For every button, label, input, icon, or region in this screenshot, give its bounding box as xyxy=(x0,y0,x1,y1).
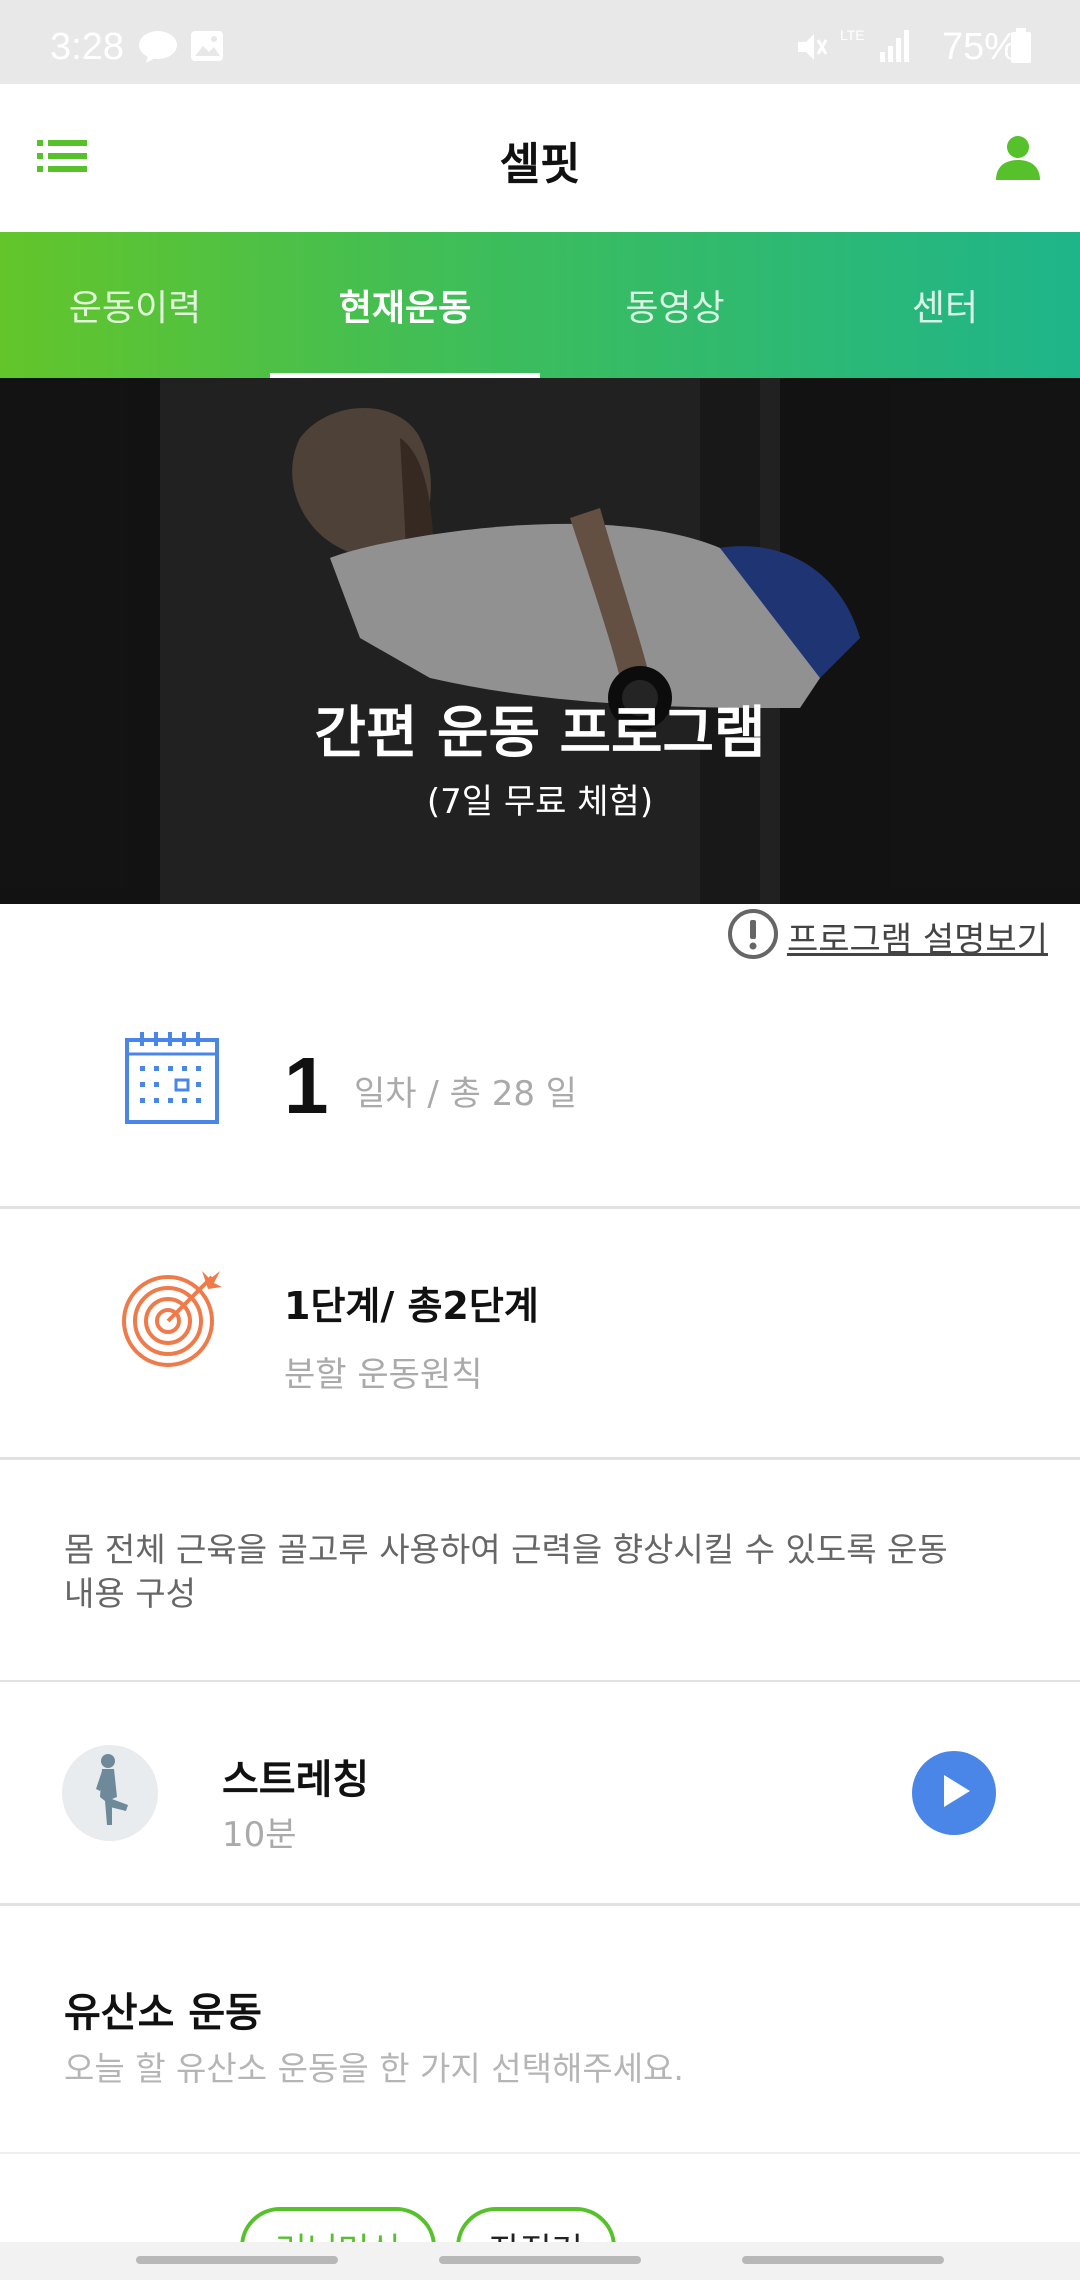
status-bar: 3:28 LTE 75% xyxy=(0,0,1080,84)
stage-title: 1단계/ 총2단계 xyxy=(284,1284,539,1328)
description-section: 몸 전체 근육을 골고루 사용하여 근력을 향상시킬 수 있도록 운동내용 구성 xyxy=(0,1460,1080,1680)
signal-icon: LTE xyxy=(840,26,910,75)
tab-videos[interactable]: 동영상 xyxy=(540,232,810,378)
tab-center[interactable]: 센터 xyxy=(810,232,1080,378)
exclamation-circle-icon xyxy=(727,908,779,964)
profile-button[interactable] xyxy=(986,128,1050,192)
cardio-subtitle: 오늘 할 유산소 운동을 한 가지 선택해주세요. xyxy=(64,2049,684,2088)
cardio-title: 유산소 운동 xyxy=(64,1990,262,2036)
stretching-avatar xyxy=(62,1745,158,1841)
cardio-options: 러닝머신 자전거 xyxy=(0,2155,1080,2243)
tab-history[interactable]: 운동이력 xyxy=(0,232,270,378)
stretching-row[interactable]: 스트레칭 10분 xyxy=(0,1683,1080,1903)
day-progress-row: 1 일차 / 총 28 일 xyxy=(0,990,1080,1206)
hero-title: 간편 운동 프로그램 xyxy=(314,701,766,766)
vibrate-off-icon xyxy=(794,30,828,73)
system-nav-bar xyxy=(0,2242,1080,2280)
app-title: 셀핏 xyxy=(499,139,581,190)
person-icon xyxy=(995,135,1041,185)
chat-bubble-icon xyxy=(138,30,178,73)
program-link-label: 프로그램 설명보기 xyxy=(786,919,1048,960)
cardio-option-bicycle[interactable]: 자전거 xyxy=(456,2207,616,2243)
hero-photo xyxy=(0,378,1080,904)
day-total-label: 일차 / 총 28 일 xyxy=(354,1074,578,1114)
nav-back-button[interactable] xyxy=(742,2256,944,2264)
cardio-section: 유산소 운동 오늘 할 유산소 운동을 한 가지 선택해주세요. xyxy=(0,1906,1080,2152)
stage-subtitle: 분할 운동원칙 xyxy=(284,1355,483,1395)
hero-banner: 간편 운동 프로그램 (7일 무료 체험) xyxy=(0,378,1080,904)
program-description-link[interactable]: 프로그램 설명보기 xyxy=(727,908,1048,964)
divider xyxy=(0,1680,1080,1682)
stage-row: 1단계/ 총2단계 분할 운동원칙 xyxy=(0,1209,1080,1457)
battery-percent: 75% xyxy=(941,26,1018,68)
gallery-icon xyxy=(190,30,224,71)
hero-subtitle: (7일 무료 체험) xyxy=(426,782,654,822)
current-day-number: 1 xyxy=(284,1041,329,1130)
battery-icon xyxy=(1010,28,1032,73)
calendar-icon xyxy=(124,1030,220,1130)
program-description: 몸 전체 근육을 골고루 사용하여 근력을 향상시킬 수 있도록 운동내용 구성 xyxy=(64,1530,948,1613)
nav-home-button[interactable] xyxy=(439,2256,641,2264)
play-icon xyxy=(934,1771,974,1815)
stretching-duration: 10분 xyxy=(222,1815,297,1855)
status-time: 3:28 xyxy=(50,26,124,68)
stretching-title: 스트레칭 xyxy=(222,1757,370,1803)
cardio-option-treadmill[interactable]: 러닝머신 xyxy=(240,2207,436,2243)
app-bar: 셀핏 xyxy=(0,84,1080,232)
tab-current-workout[interactable]: 현재운동 xyxy=(270,232,540,378)
svg-text:LTE: LTE xyxy=(840,27,865,43)
divider xyxy=(0,2152,1080,2154)
play-button[interactable] xyxy=(912,1751,996,1835)
tab-bar: 운동이력 현재운동 동영상 센터 xyxy=(0,232,1080,378)
nav-recent-button[interactable] xyxy=(136,2256,338,2264)
target-arrow-icon xyxy=(122,1267,224,1373)
stretching-figure-icon xyxy=(96,1754,128,1825)
